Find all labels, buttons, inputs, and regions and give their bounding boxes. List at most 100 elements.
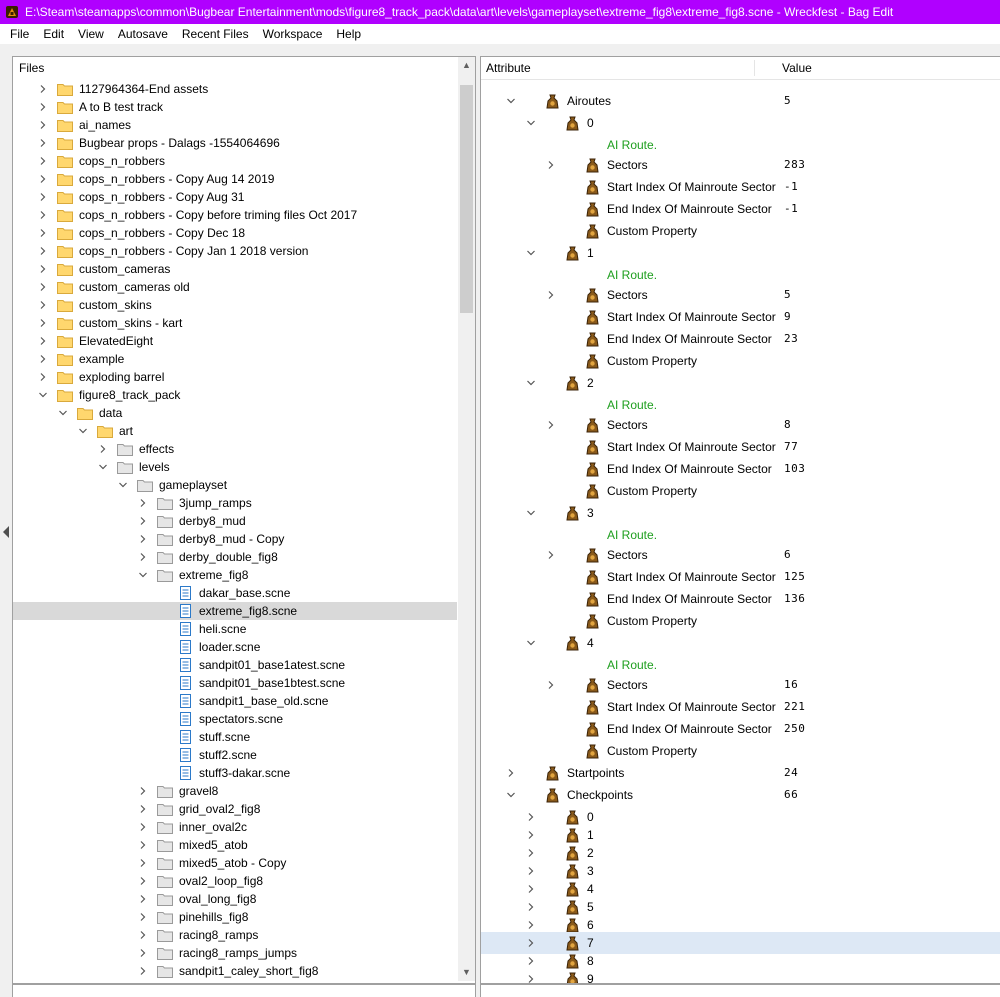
attribute-row[interactable]: 1 bbox=[481, 242, 1000, 264]
collapsed-chevron[interactable] bbox=[137, 782, 149, 800]
file-item[interactable]: stuff2.scne bbox=[13, 746, 457, 764]
menu-recent-files[interactable]: Recent Files bbox=[175, 24, 256, 44]
attribute-value[interactable]: -1 bbox=[784, 176, 798, 198]
menu-help[interactable]: Help bbox=[329, 24, 368, 44]
folder-item[interactable]: cops_n_robbers bbox=[13, 152, 457, 170]
folder-item[interactable]: gravel8 bbox=[13, 782, 457, 800]
expanded-chevron[interactable] bbox=[117, 476, 129, 494]
expanded-chevron[interactable] bbox=[37, 386, 49, 404]
folder-item[interactable]: custom_cameras old bbox=[13, 278, 457, 296]
chevron-right-icon[interactable] bbox=[39, 121, 47, 129]
chevron-down-icon[interactable] bbox=[119, 481, 127, 489]
chevron-right-icon[interactable] bbox=[139, 805, 147, 813]
attribute-value[interactable]: 24 bbox=[784, 762, 798, 784]
chevron-down-icon[interactable] bbox=[507, 97, 515, 105]
chevron-right-icon[interactable] bbox=[139, 841, 147, 849]
chevron-right-icon[interactable] bbox=[139, 949, 147, 957]
attribute-row[interactable]: Custom Property bbox=[481, 220, 1000, 242]
attribute-row[interactable]: Sectors 283 bbox=[481, 154, 1000, 176]
collapsed-chevron[interactable] bbox=[97, 440, 109, 458]
attribute-row[interactable]: Airoutes 5 bbox=[481, 90, 1000, 112]
menu-file[interactable]: File bbox=[0, 24, 36, 44]
attribute-row[interactable]: Custom Property bbox=[481, 740, 1000, 762]
file-item[interactable]: stuff.scne bbox=[13, 728, 457, 746]
scroll-down-arrow-icon[interactable]: ▼ bbox=[458, 964, 475, 981]
attribute-row[interactable]: Sectors 5 bbox=[481, 284, 1000, 306]
folder-item[interactable]: derby_double_fig8 bbox=[13, 548, 457, 566]
attribute-row[interactable]: End Index Of Mainroute Sector 23 bbox=[481, 328, 1000, 350]
attribute-row[interactable]: AI Route. bbox=[481, 654, 1000, 676]
folder-item[interactable]: data bbox=[13, 404, 457, 422]
folder-item[interactable]: cops_n_robbers - Copy Aug 14 2019 bbox=[13, 170, 457, 188]
chevron-right-icon[interactable] bbox=[527, 849, 535, 857]
attribute-row[interactable]: AI Route. bbox=[481, 134, 1000, 156]
chevron-right-icon[interactable] bbox=[139, 499, 147, 507]
folder-item[interactable]: extreme_fig8 bbox=[13, 566, 457, 584]
collapsed-chevron[interactable] bbox=[137, 890, 149, 908]
folder-item[interactable]: mixed5_atob - Copy bbox=[13, 854, 457, 872]
chevron-right-icon[interactable] bbox=[527, 957, 535, 965]
collapsed-chevron[interactable] bbox=[37, 368, 49, 386]
scrollbar-thumb[interactable] bbox=[460, 85, 473, 313]
folder-item[interactable]: levels bbox=[13, 458, 457, 476]
attribute-value[interactable]: 77 bbox=[784, 436, 798, 458]
chevron-right-icon[interactable] bbox=[39, 229, 47, 237]
file-item[interactable]: sandpit1_base_old.scne bbox=[13, 692, 457, 710]
collapsed-chevron[interactable] bbox=[37, 332, 49, 350]
attribute-column-header[interactable]: Attribute bbox=[481, 57, 531, 79]
chevron-right-icon[interactable] bbox=[39, 175, 47, 183]
folder-item[interactable]: custom_skins bbox=[13, 296, 457, 314]
folder-item[interactable]: custom_cameras bbox=[13, 260, 457, 278]
chevron-right-icon[interactable] bbox=[139, 823, 147, 831]
folder-item[interactable]: pinehills_fig8 bbox=[13, 908, 457, 926]
folder-item[interactable]: exploding barrel bbox=[13, 368, 457, 386]
attribute-value[interactable]: 9 bbox=[784, 306, 791, 328]
attribute-row[interactable]: Start Index Of Mainroute Sector 125 bbox=[481, 566, 1000, 588]
chevron-right-icon[interactable] bbox=[547, 421, 555, 429]
attribute-row[interactable]: End Index Of Mainroute Sector 103 bbox=[481, 458, 1000, 480]
attribute-row[interactable]: Sectors 8 bbox=[481, 414, 1000, 436]
chevron-right-icon[interactable] bbox=[39, 193, 47, 201]
chevron-right-icon[interactable] bbox=[139, 787, 147, 795]
file-item[interactable]: heli.scne bbox=[13, 620, 457, 638]
attribute-row[interactable]: End Index Of Mainroute Sector -1 bbox=[481, 198, 1000, 220]
attribute-row[interactable]: Start Index Of Mainroute Sector 221 bbox=[481, 696, 1000, 718]
collapsed-chevron[interactable] bbox=[37, 260, 49, 278]
attribute-row[interactable]: Start Index Of Mainroute Sector 77 bbox=[481, 436, 1000, 458]
collapsed-chevron[interactable] bbox=[505, 764, 517, 782]
chevron-right-icon[interactable] bbox=[139, 913, 147, 921]
attribute-value[interactable]: 125 bbox=[784, 566, 805, 588]
chevron-right-icon[interactable] bbox=[139, 895, 147, 903]
chevron-right-icon[interactable] bbox=[139, 535, 147, 543]
chevron-right-icon[interactable] bbox=[139, 553, 147, 561]
expanded-chevron[interactable] bbox=[525, 114, 537, 132]
chevron-down-icon[interactable] bbox=[527, 249, 535, 257]
folder-item[interactable]: figure8_track_pack bbox=[13, 386, 457, 404]
folder-item[interactable]: cops_n_robbers - Copy Aug 31 bbox=[13, 188, 457, 206]
expanded-chevron[interactable] bbox=[137, 566, 149, 584]
attribute-row[interactable]: 3 bbox=[481, 502, 1000, 524]
attribute-value[interactable]: 136 bbox=[784, 588, 805, 610]
chevron-right-icon[interactable] bbox=[547, 161, 555, 169]
chevron-right-icon[interactable] bbox=[527, 939, 535, 947]
chevron-right-icon[interactable] bbox=[547, 291, 555, 299]
attribute-row[interactable]: 4 bbox=[481, 632, 1000, 654]
chevron-right-icon[interactable] bbox=[39, 139, 47, 147]
chevron-right-icon[interactable] bbox=[39, 373, 47, 381]
collapsed-chevron[interactable] bbox=[545, 676, 557, 694]
collapsed-chevron[interactable] bbox=[137, 818, 149, 836]
menu-edit[interactable]: Edit bbox=[36, 24, 71, 44]
chevron-right-icon[interactable] bbox=[139, 859, 147, 867]
attribute-row[interactable]: Startpoints 24 bbox=[481, 762, 1000, 784]
collapsed-chevron[interactable] bbox=[137, 944, 149, 962]
chevron-right-icon[interactable] bbox=[39, 319, 47, 327]
chevron-down-icon[interactable] bbox=[527, 509, 535, 517]
chevron-right-icon[interactable] bbox=[527, 885, 535, 893]
attribute-row[interactable]: Sectors 6 bbox=[481, 544, 1000, 566]
chevron-right-icon[interactable] bbox=[139, 931, 147, 939]
chevron-right-icon[interactable] bbox=[39, 265, 47, 273]
folder-item[interactable]: Bugbear props - Dalags -1554064696 bbox=[13, 134, 457, 152]
folder-item[interactable]: oval2_loop_fig8 bbox=[13, 872, 457, 890]
expanded-chevron[interactable] bbox=[525, 244, 537, 262]
chevron-down-icon[interactable] bbox=[39, 391, 47, 399]
